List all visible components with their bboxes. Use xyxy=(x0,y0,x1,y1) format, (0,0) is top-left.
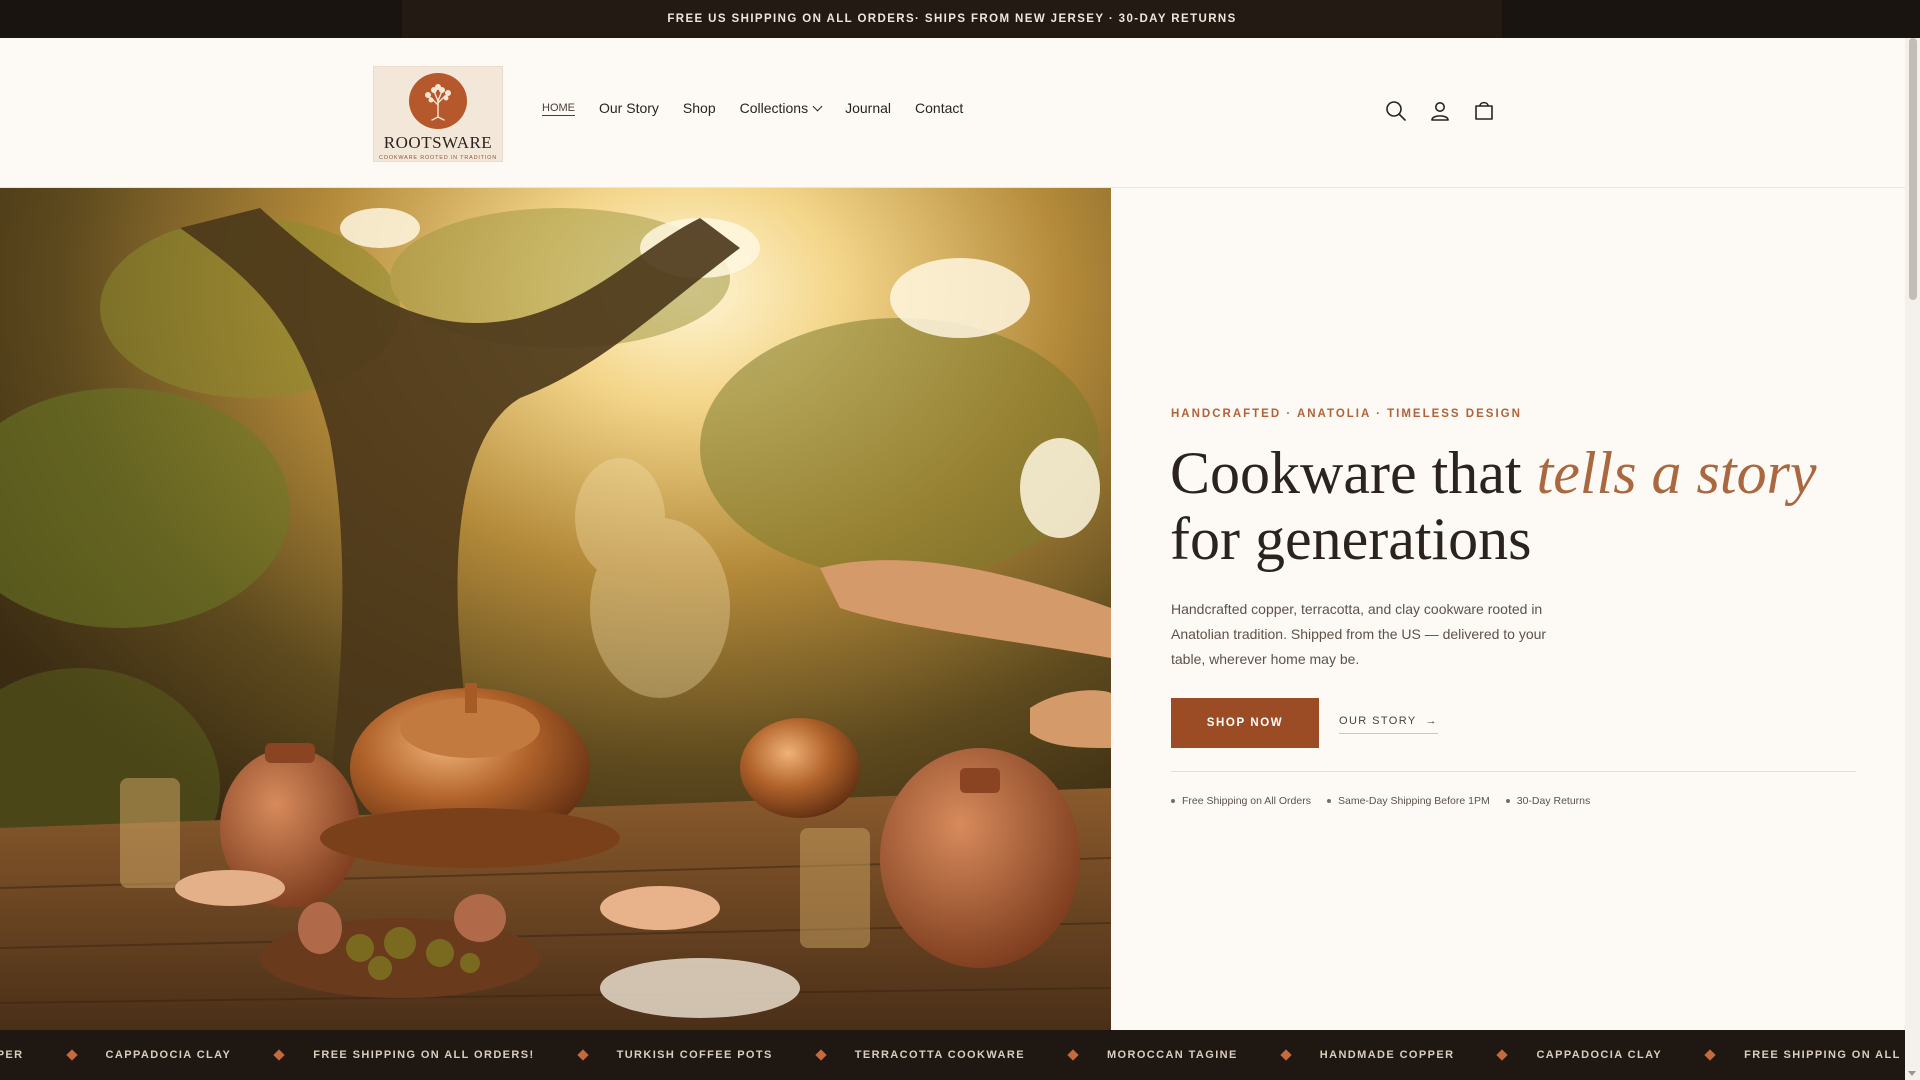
bullet-icon xyxy=(1171,799,1175,803)
announcement-bar: FREE US SHIPPING ON ALL ORDERS· SHIPS FR… xyxy=(0,0,1920,38)
ticker-label: OPPER xyxy=(0,1049,24,1061)
hero-content: HANDCRAFTED · ANATOLIA · TIMELESS DESIGN… xyxy=(1111,188,1905,1030)
diamond-icon xyxy=(273,1049,285,1061)
main-nav: HOME Our Story Shop Collections Journal … xyxy=(542,100,963,116)
headline-part2: for generations xyxy=(1170,506,1532,572)
hero-divider xyxy=(1171,771,1856,772)
bullet-icon xyxy=(1326,799,1331,803)
ticker-item: CAPPADOCIA CLAY xyxy=(1454,1049,1662,1061)
chevron-down-icon xyxy=(812,101,823,111)
nav-shop-label: Shop xyxy=(682,100,716,116)
ticker-item: MOROCCAN TAGINE xyxy=(1025,1049,1238,1061)
site-header: ROOTSWARE COOKWARE ROOTED IN TRADITION H… xyxy=(0,38,1905,188)
nav-journal-label: Journal xyxy=(845,100,892,116)
ticker-label: HANDMADE COPPER xyxy=(1319,1049,1455,1061)
ticker-label: TERRACOTTA COOKWARE xyxy=(854,1049,1025,1061)
diamond-icon xyxy=(65,1049,78,1061)
nav-our-story[interactable]: Our Story xyxy=(599,100,659,116)
ticker-label: CAPPADOCIA CLAY xyxy=(105,1049,232,1061)
shop-now-button[interactable]: SHOP NOW xyxy=(1171,698,1319,748)
diamond-icon xyxy=(815,1049,827,1061)
arrow-right-icon: → xyxy=(1425,715,1438,727)
ticker-item: CAPPADOCIA CLAY xyxy=(24,1049,232,1061)
scrollbar-thumb[interactable] xyxy=(1909,38,1917,300)
ticker-item: TERRACOTTA COOKWARE xyxy=(773,1049,1025,1061)
ticker-track: OPPER CAPPADOCIA CLAY FREE SHIPPING ON A… xyxy=(0,1030,1905,1080)
hero-description: Handcrafted copper, terracotta, and clay… xyxy=(1171,601,1547,667)
diamond-icon xyxy=(576,1049,589,1061)
cart-icon[interactable] xyxy=(1471,98,1497,124)
nav-home-label: HOME xyxy=(542,102,575,114)
announcement-text: FREE US SHIPPING ON ALL ORDERS· SHIPS FR… xyxy=(667,13,1237,25)
ticker-label: FREE SHIPPING ON ALL ORDERS! xyxy=(313,1049,535,1061)
account-icon[interactable] xyxy=(1427,98,1453,124)
page-scrollbar[interactable] xyxy=(1905,38,1920,1080)
search-icon[interactable] xyxy=(1383,98,1409,124)
perk-label: Same-Day Shipping Before 1PM xyxy=(1337,795,1490,807)
nav-collections[interactable]: Collections xyxy=(739,100,823,116)
diamond-icon xyxy=(1704,1049,1716,1061)
perk-item: Same-Day Shipping Before 1PM xyxy=(1326,795,1490,807)
perk-item: 30-Day Returns xyxy=(1505,795,1591,807)
ticker-item: FREE SHIPPING ON ALL ORDERS! xyxy=(231,1049,534,1061)
bullet-icon xyxy=(1505,799,1510,803)
our-story-link[interactable]: OUR STORY → xyxy=(1339,715,1438,734)
hero-image xyxy=(0,188,1111,1030)
perk-label: 30-Day Returns xyxy=(1516,795,1591,807)
nav-contact-label: Contact xyxy=(915,100,964,116)
perk-label: Free Shipping on All Orders xyxy=(1182,795,1311,807)
our-story-label: OUR STORY xyxy=(1339,715,1417,727)
nav-collections-label: Collections xyxy=(739,100,809,116)
tree-logo-icon xyxy=(409,73,467,129)
nav-home[interactable]: HOME xyxy=(542,102,575,114)
ticker-label: CAPPADOCIA CLAY xyxy=(1536,1049,1663,1061)
hero-headline: Cookware that tells a story for generatio… xyxy=(1170,440,1890,572)
header-icons xyxy=(1383,98,1497,124)
headline-emphasis: tells a story xyxy=(1536,440,1817,506)
ticker-item: OPPER xyxy=(0,1049,24,1061)
diamond-icon xyxy=(1280,1049,1292,1061)
ticker-item: TURKISH COFFEE POTS xyxy=(535,1049,773,1061)
brand-logo[interactable]: ROOTSWARE COOKWARE ROOTED IN TRADITION xyxy=(373,66,503,162)
nav-journal[interactable]: Journal xyxy=(845,100,891,116)
perk-item: Free Shipping on All Orders xyxy=(1171,795,1311,807)
ticker-item: HANDMADE COPPER xyxy=(1238,1049,1455,1061)
ticker-label: FREE SHIPPING ON ALL O xyxy=(1744,1049,1905,1061)
perk-list: Free Shipping on All Orders Same-Day Shi… xyxy=(1171,795,1590,807)
diamond-icon xyxy=(1496,1049,1509,1061)
scroll-down-arrow-icon[interactable] xyxy=(1908,1071,1916,1076)
ticker-label: TURKISH COFFEE POTS xyxy=(616,1049,773,1061)
hero-eyebrow: HANDCRAFTED · ANATOLIA · TIMELESS DESIGN xyxy=(1171,408,1522,420)
nav-our-story-label: Our Story xyxy=(599,100,659,116)
brand-tagline: COOKWARE ROOTED IN TRADITION xyxy=(378,155,498,161)
headline-part1: Cookware that xyxy=(1170,440,1537,506)
announcement-inner: FREE US SHIPPING ON ALL ORDERS· SHIPS FR… xyxy=(402,0,1502,38)
diamond-icon xyxy=(1067,1049,1079,1061)
marquee-ticker: OPPER CAPPADOCIA CLAY FREE SHIPPING ON A… xyxy=(0,1030,1905,1080)
nav-contact[interactable]: Contact xyxy=(915,100,963,116)
ticker-item: FREE SHIPPING ON ALL O xyxy=(1662,1049,1905,1061)
brand-name: ROOTSWARE xyxy=(383,133,493,152)
ticker-label: MOROCCAN TAGINE xyxy=(1106,1049,1238,1061)
nav-shop[interactable]: Shop xyxy=(683,100,716,116)
